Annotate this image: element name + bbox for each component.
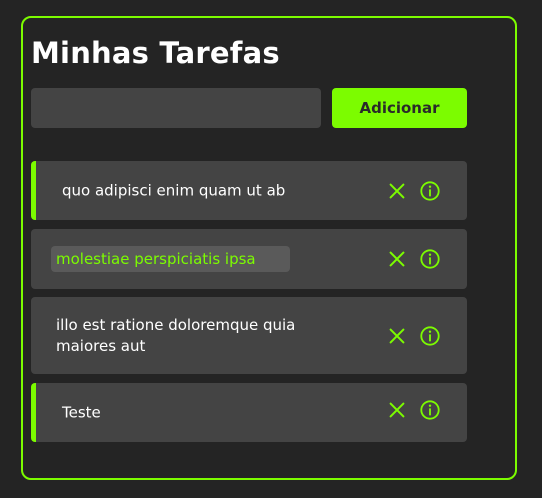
close-icon[interactable] [386, 325, 408, 347]
info-icon[interactable] [419, 399, 441, 421]
info-icon[interactable] [419, 248, 441, 270]
page-title: Minhas Tarefas [31, 36, 280, 70]
task-item[interactable]: Teste [31, 383, 467, 442]
task-text[interactable]: Teste [62, 402, 101, 423]
add-task-button[interactable]: Adicionar [332, 88, 467, 128]
task-text[interactable]: quo adipisci enim quam ut ab [62, 180, 285, 201]
task-item[interactable] [31, 229, 467, 289]
info-icon[interactable] [419, 180, 441, 202]
new-task-input[interactable] [31, 88, 321, 128]
close-icon[interactable] [386, 180, 408, 202]
task-edit-input[interactable] [51, 246, 290, 272]
close-icon[interactable] [386, 248, 408, 270]
task-text[interactable]: illo est ratione doloremque quia maiores… [56, 315, 301, 357]
add-task-form: Adicionar [31, 88, 467, 128]
info-icon[interactable] [419, 325, 441, 347]
close-icon[interactable] [386, 399, 408, 421]
task-item[interactable]: quo adipisci enim quam ut ab [31, 161, 467, 220]
task-item[interactable]: illo est ratione doloremque quia maiores… [31, 297, 467, 374]
